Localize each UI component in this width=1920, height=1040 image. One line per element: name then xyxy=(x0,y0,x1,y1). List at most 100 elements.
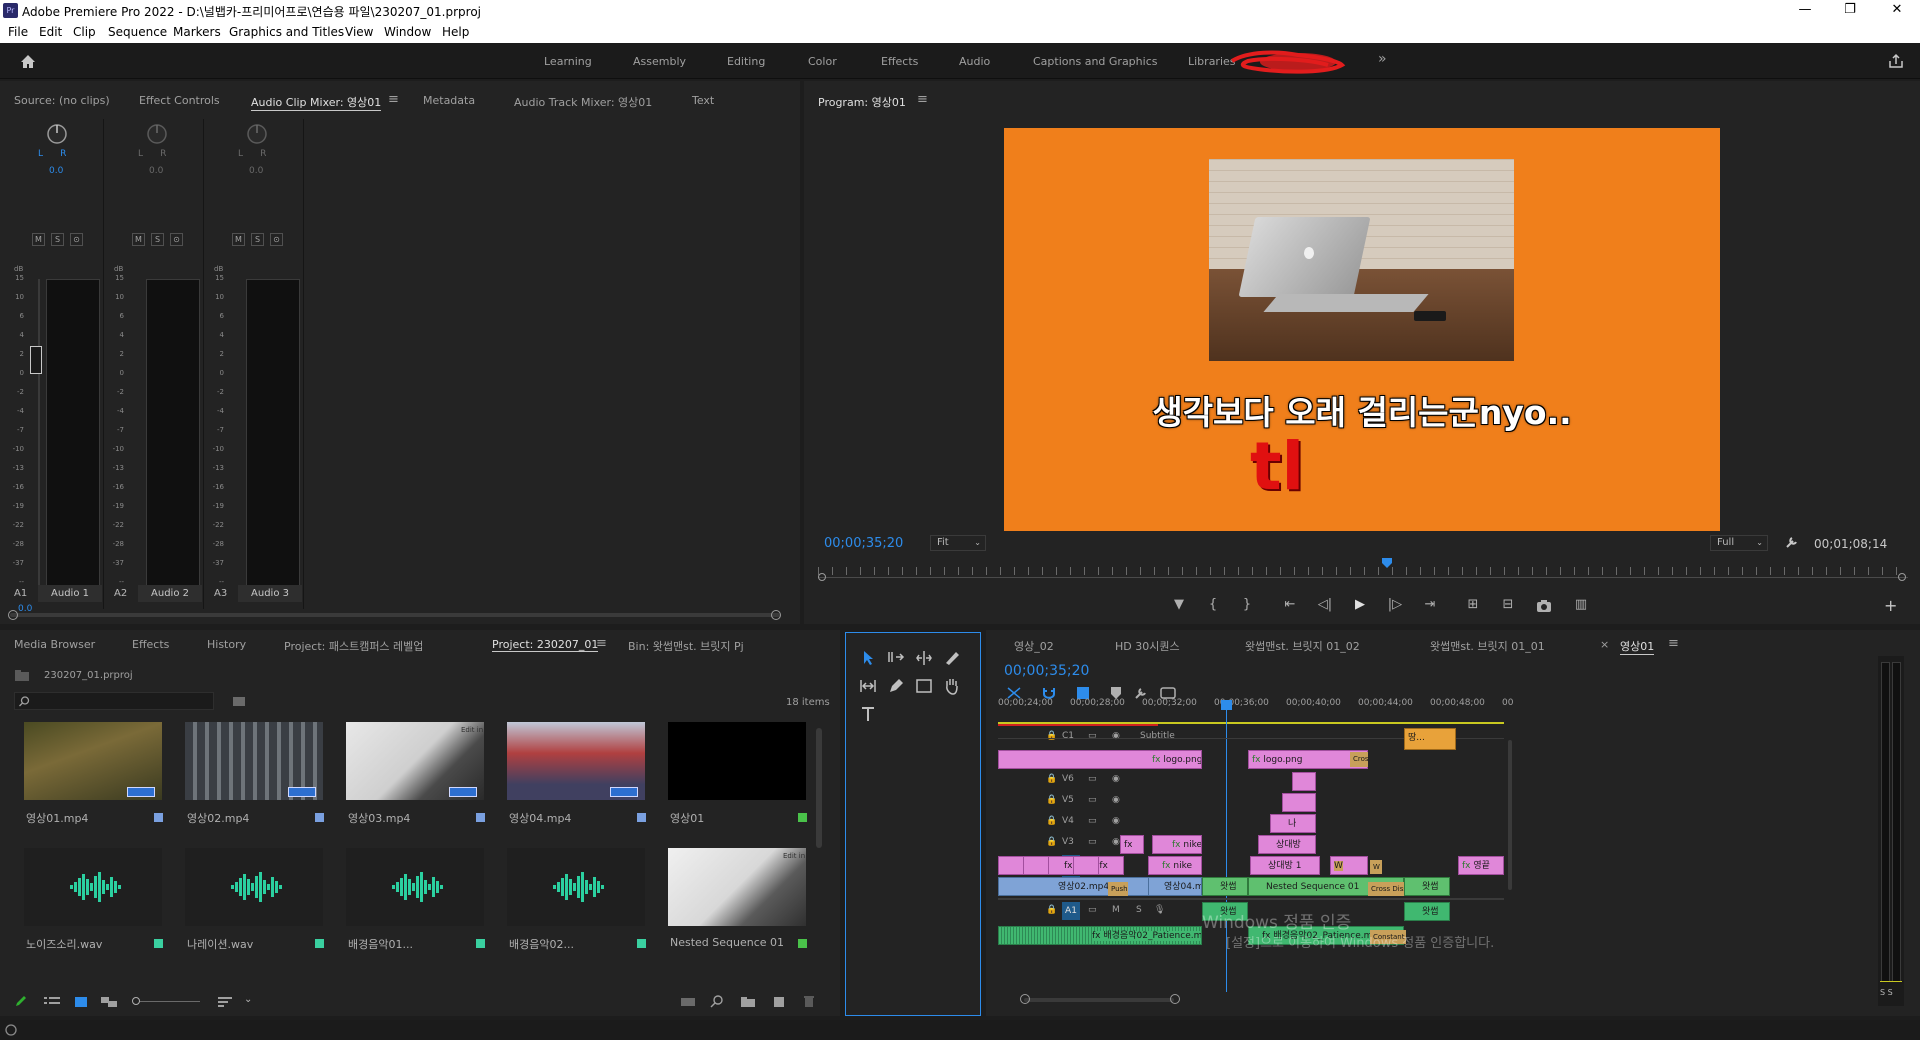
clip-v2-counterpart[interactable]: 상대방 1 xyxy=(1250,856,1320,875)
project-item[interactable]: 배경음악01... xyxy=(336,848,491,966)
pan-knob-icon[interactable] xyxy=(146,123,168,145)
label-color-swatch[interactable] xyxy=(637,813,646,822)
workspace-editing[interactable]: Editing xyxy=(727,55,765,68)
workspace-assembly[interactable]: Assembly xyxy=(633,55,686,68)
solo-track-button[interactable]: S xyxy=(1136,905,1142,915)
record-button[interactable]: ⊙ xyxy=(170,233,183,246)
tab-bin-whatsup[interactable]: Bin: 왓썹맨st. 브릿지 Pj xyxy=(628,638,744,654)
timeline-zoom-handle-left[interactable] xyxy=(1020,994,1030,1004)
project-item[interactable]: 배경음악02... xyxy=(497,848,652,966)
menu-view[interactable]: View xyxy=(345,25,373,39)
solo-button[interactable]: S xyxy=(151,233,164,246)
menu-file[interactable]: File xyxy=(8,25,28,39)
timeline-v-scrollbar[interactable] xyxy=(1508,740,1512,890)
eye-toggle-icon[interactable]: ◉ xyxy=(1112,774,1120,784)
scroll-handle-left[interactable] xyxy=(8,610,18,620)
menu-window[interactable]: Window xyxy=(384,25,431,39)
mute-button[interactable]: M xyxy=(132,233,145,246)
icon-view-icon[interactable] xyxy=(74,996,88,1008)
resolution-select[interactable]: Full ⌄ xyxy=(1710,535,1768,551)
add-marker-button[interactable]: ▼ xyxy=(1168,597,1190,612)
project-item[interactable]: 영상02.mp4 xyxy=(175,722,330,840)
tab-seq-active[interactable]: 영상01 xyxy=(1620,638,1655,655)
project-item[interactable]: 영상04.mp4 xyxy=(497,722,652,840)
sync-lock-icon[interactable]: ▭ xyxy=(1088,816,1097,826)
track-label[interactable]: V3 xyxy=(1062,837,1080,847)
close-button[interactable]: ✕ xyxy=(1882,2,1912,17)
tab-source[interactable]: Source: (no clips) xyxy=(14,94,110,107)
rectangle-tool-icon[interactable] xyxy=(914,676,934,696)
track-select-tool-icon[interactable] xyxy=(886,648,906,668)
sort-icon[interactable] xyxy=(218,996,234,1008)
clip-a2-music-a[interactable]: fx 배경음악02_Patience.mp3 xyxy=(998,926,1202,945)
playback-handle-left[interactable] xyxy=(818,573,826,581)
workspace-effects[interactable]: Effects xyxy=(881,55,918,68)
tab-seq-bridge-0102[interactable]: 왓썹맨st. 브릿지 01_02 xyxy=(1245,638,1360,654)
timeline-menu-icon[interactable]: ≡ xyxy=(1668,636,1679,651)
workspace-color[interactable]: Color xyxy=(808,55,837,68)
close-tab-icon[interactable]: × xyxy=(1600,638,1609,651)
tab-effects[interactable]: Effects xyxy=(132,638,169,651)
clip-v2-segments[interactable]: fx fx xyxy=(998,856,1124,875)
find-icon[interactable] xyxy=(710,994,724,1008)
project-scrollbar[interactable] xyxy=(816,728,822,848)
minimize-button[interactable]: — xyxy=(1790,2,1820,17)
razor-tool-icon[interactable] xyxy=(942,648,962,668)
label-color-swatch[interactable] xyxy=(476,813,485,822)
go-to-in-button[interactable]: ⇤ xyxy=(1279,597,1301,612)
label-color-swatch[interactable] xyxy=(476,939,485,948)
eye-toggle-icon[interactable]: ◉ xyxy=(1112,816,1120,826)
tab-project-fastcampus[interactable]: Project: 패스트캠퍼스 레벨업 xyxy=(284,638,423,654)
label-color-swatch[interactable] xyxy=(315,939,324,948)
project-item[interactable]: 영상01.mp4 xyxy=(14,722,169,840)
horizontal-scrollbar[interactable] xyxy=(10,613,780,617)
clip-v1-video04[interactable]: 영상04.mp4 [ xyxy=(1148,877,1202,896)
solo-button[interactable]: S xyxy=(251,233,264,246)
clip-v2-nike[interactable]: fx nike xyxy=(1148,856,1202,875)
project-item[interactable]: 나레이션.wav xyxy=(175,848,330,966)
track-label[interactable]: A1 xyxy=(1062,902,1080,920)
hand-tool-icon[interactable] xyxy=(942,676,962,696)
add-button-icon[interactable]: + xyxy=(1884,596,1897,615)
workspace-captions-graphics[interactable]: Captions and Graphics xyxy=(1033,55,1157,68)
home-icon[interactable] xyxy=(20,54,36,69)
track-lock-icon[interactable]: 🔒 xyxy=(1046,816,1057,826)
track-lock-icon[interactable]: 🔒 xyxy=(1046,905,1057,915)
timeline-zoom-handle-right[interactable] xyxy=(1170,994,1180,1004)
play-button[interactable]: ▶ xyxy=(1349,597,1371,612)
time-ruler[interactable]: 00;00;24;00 00;00;28;00 00;00;32;00 00;00;3… xyxy=(986,698,1920,714)
sync-lock-icon[interactable]: ▭ xyxy=(1088,795,1097,805)
solo-button[interactable]: S xyxy=(51,233,64,246)
mute-track-button[interactable]: M xyxy=(1112,905,1120,915)
new-folder-icon[interactable] xyxy=(740,996,756,1008)
sync-lock-icon[interactable]: ▭ xyxy=(1088,837,1097,847)
sync-lock-icon[interactable]: ▭ xyxy=(1088,905,1097,915)
workspace-overflow-button[interactable]: » xyxy=(1378,51,1387,67)
program-title[interactable]: Program: 영상01 xyxy=(818,94,906,110)
menu-edit[interactable]: Edit xyxy=(39,25,62,39)
project-item[interactable]: Edit in 영상03.mp4 xyxy=(336,722,491,840)
tab-effect-controls[interactable]: Effect Controls xyxy=(139,94,220,107)
lift-button[interactable]: ⊞ xyxy=(1462,597,1484,612)
scroll-handle-right[interactable] xyxy=(771,610,781,620)
trash-icon[interactable] xyxy=(802,994,816,1008)
camera-icon[interactable] xyxy=(1536,599,1552,613)
menu-markers[interactable]: Markers xyxy=(173,25,221,39)
sync-lock-icon[interactable]: ▭ xyxy=(1088,731,1097,741)
extract-button[interactable]: ⊟ xyxy=(1497,597,1519,612)
tab-metadata[interactable]: Metadata xyxy=(423,94,475,107)
record-button[interactable]: ⊙ xyxy=(70,233,83,246)
program-timecode[interactable]: 00;00;35;20 xyxy=(824,536,903,551)
clip-v2-end[interactable]: fx 영끝 xyxy=(1458,856,1504,875)
meter-solo-labels[interactable]: S S xyxy=(1880,988,1893,997)
mute-button[interactable]: M xyxy=(232,233,245,246)
label-color-swatch[interactable] xyxy=(315,813,324,822)
program-menu-icon[interactable]: ≡ xyxy=(917,92,928,107)
slip-tool-icon[interactable] xyxy=(858,676,878,696)
project-search-input[interactable] xyxy=(14,692,214,710)
eye-toggle-icon[interactable]: ◉ xyxy=(1112,731,1120,741)
label-color-swatch[interactable] xyxy=(154,939,163,948)
record-button[interactable]: ⊙ xyxy=(270,233,283,246)
clip-v6[interactable] xyxy=(1292,772,1316,791)
mute-button[interactable]: M xyxy=(32,233,45,246)
